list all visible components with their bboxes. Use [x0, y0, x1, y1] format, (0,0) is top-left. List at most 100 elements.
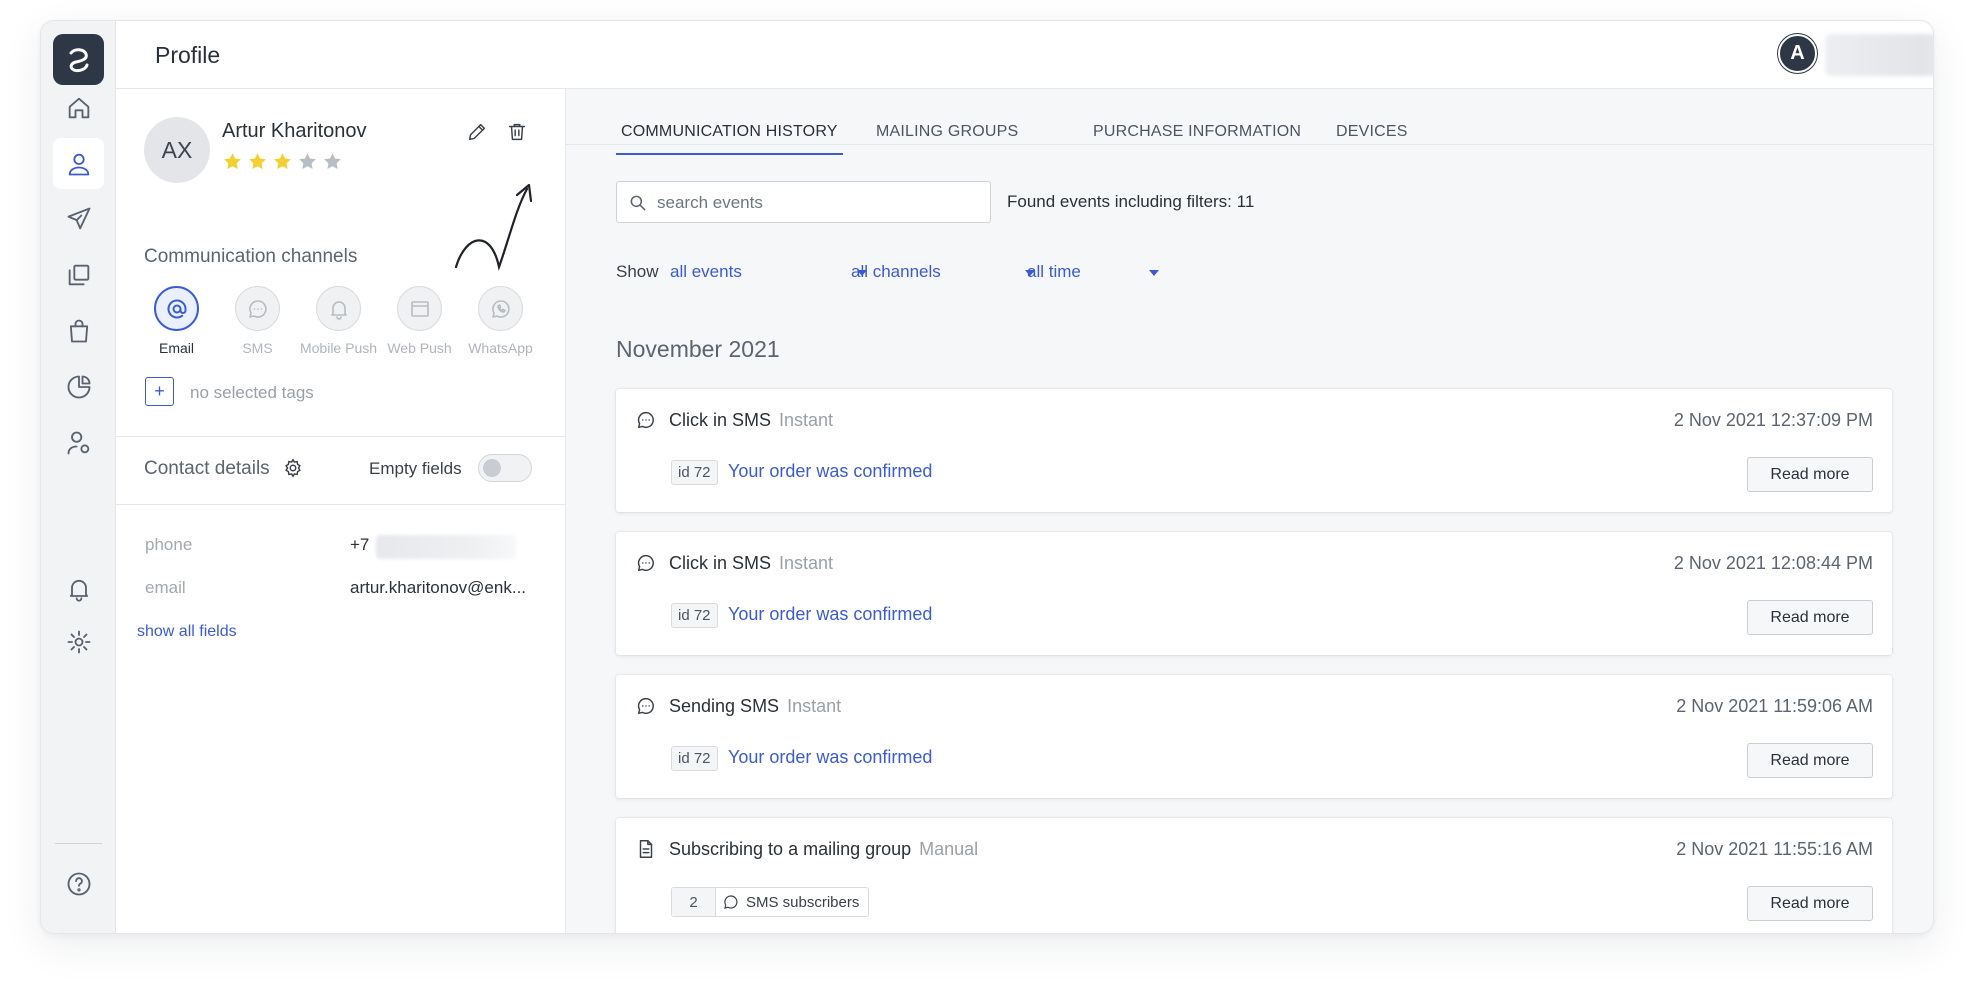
event-card: Subscribing to a mailing group Manual 2 N…: [616, 818, 1892, 933]
channel-label: Web Push: [387, 340, 452, 356]
show-all-fields-link[interactable]: show all fields: [137, 623, 237, 641]
tab-communication-history[interactable]: COMMUNICATION HISTORY: [621, 123, 838, 141]
phone-redacted: [376, 535, 516, 559]
add-tag-button[interactable]: +: [145, 377, 174, 406]
event-name: Subscribing to a mailing group: [669, 839, 912, 859]
toggle-knob: [483, 459, 501, 477]
star-icon[interactable]: [322, 151, 343, 172]
user-avatar[interactable]: A: [1778, 34, 1817, 73]
contact-name: Artur Kharitonov: [222, 120, 367, 142]
events-filter-dropdown[interactable]: all events: [670, 262, 742, 282]
nav-contacts[interactable]: [53, 138, 104, 189]
read-more-button[interactable]: Read more: [1747, 886, 1873, 921]
event-card: Click in SMS Instant 2 Nov 2021 12:08:44 …: [616, 532, 1892, 655]
nav-home[interactable]: [53, 82, 104, 133]
event-name: Click in SMS: [669, 410, 772, 430]
shopping-bag-icon: [69, 319, 88, 342]
user-name-redacted[interactable]: [1825, 34, 1933, 76]
star-icon[interactable]: [297, 151, 318, 172]
event-type: Manual: [919, 839, 979, 859]
tab-bar: COMMUNICATION HISTORY MAILING GROUPS PUR…: [566, 89, 1933, 155]
rating-stars[interactable]: [222, 151, 343, 172]
nav-user-settings[interactable]: [53, 417, 104, 468]
time-filter-dropdown[interactable]: all time: [1027, 262, 1081, 282]
pie-chart-icon: [67, 375, 90, 398]
app-window: Profile A AX Artur Kharitonov Communicat…: [40, 20, 1934, 934]
event-type: Instant: [779, 553, 834, 573]
chat-bubble-icon: [635, 552, 657, 574]
search-input[interactable]: search events: [616, 181, 991, 223]
hand-drawn-arrow-icon: [454, 183, 533, 272]
delete-contact-button[interactable]: [506, 121, 528, 143]
group-name: SMS subscribers: [716, 888, 868, 916]
channel-email[interactable]: Email: [136, 286, 217, 356]
trash-icon: [508, 123, 526, 141]
chat-bubble-icon: [635, 695, 657, 717]
channel-list: Email SMS Mobile Push Web Push WhatsApp: [136, 286, 541, 356]
nav-settings[interactable]: [53, 616, 104, 667]
field-label-email: email: [145, 578, 186, 597]
field-value-phone[interactable]: +7: [350, 535, 369, 555]
nav-templates[interactable]: [53, 249, 104, 300]
nav-campaigns[interactable]: [53, 193, 104, 244]
event-name: Sending SMS: [669, 696, 780, 716]
home-icon: [68, 97, 89, 118]
read-more-button[interactable]: Read more: [1747, 743, 1873, 778]
event-type: Instant: [787, 696, 842, 716]
star-icon[interactable]: [222, 151, 243, 172]
top-bar: Profile A: [116, 21, 1933, 89]
help-icon: [67, 872, 90, 895]
star-icon[interactable]: [272, 151, 293, 172]
star-icon[interactable]: [247, 151, 268, 172]
event-message-link[interactable]: Your order was confirmed: [728, 461, 932, 482]
nav-notifications[interactable]: [53, 563, 104, 614]
search-icon: [630, 195, 646, 211]
read-more-button[interactable]: Read more: [1747, 600, 1873, 635]
channel-web-push[interactable]: Web Push: [379, 286, 460, 356]
channel-sms[interactable]: SMS: [217, 286, 298, 356]
sidebar-rail: [41, 21, 116, 933]
whatsapp-icon: [491, 299, 510, 318]
main-content: COMMUNICATION HISTORY MAILING GROUPS PUR…: [566, 89, 1933, 933]
tab-devices[interactable]: DEVICES: [1336, 123, 1408, 141]
bell-icon: [330, 300, 347, 320]
edit-contact-button[interactable]: [466, 121, 488, 143]
group-name-text: SMS subscribers: [746, 893, 860, 911]
contact-settings-button[interactable]: [282, 457, 304, 479]
nav-orders[interactable]: [53, 305, 104, 356]
app-logo[interactable]: [53, 34, 104, 85]
channel-label: Email: [158, 340, 194, 356]
event-type: Instant: [779, 410, 834, 430]
user-icon: [68, 153, 89, 175]
tab-mailing-groups[interactable]: MAILING GROUPS: [876, 123, 1018, 141]
month-heading: November 2021: [616, 336, 780, 362]
event-id-badge: id 72: [671, 460, 718, 485]
chevron-down-icon[interactable]: [1149, 270, 1159, 276]
search-placeholder: search events: [657, 193, 763, 212]
tags-placeholder: no selected tags: [190, 383, 314, 402]
event-card: Sending SMS Instant 2 Nov 2021 11:59:06 A…: [616, 675, 1892, 798]
read-more-button[interactable]: Read more: [1747, 457, 1873, 492]
copy-icon: [68, 264, 89, 285]
contact-details-title: Contact details: [144, 458, 270, 479]
chat-bubble-icon: [635, 409, 657, 431]
browser-window-icon: [410, 300, 429, 317]
tab-purchase-information[interactable]: PURCHASE INFORMATION: [1093, 123, 1301, 141]
empty-fields-toggle[interactable]: [478, 454, 532, 482]
event-message-link[interactable]: Your order was confirmed: [728, 604, 932, 625]
event-message-link[interactable]: Your order was confirmed: [728, 747, 932, 768]
nav-analytics[interactable]: [53, 361, 104, 412]
send-icon: [67, 207, 90, 229]
nav-help[interactable]: [53, 858, 104, 909]
event-date: 2 Nov 2021 11:59:06 AM: [1676, 696, 1873, 716]
channel-label: SMS: [242, 340, 273, 356]
logo-icon: [69, 47, 88, 72]
channels-filter-dropdown[interactable]: all channels: [851, 262, 941, 282]
mailing-group-chip[interactable]: 2 SMS subscribers: [671, 887, 870, 917]
pencil-icon: [468, 123, 486, 141]
channel-mobile-push[interactable]: Mobile Push: [298, 286, 379, 356]
channel-whatsapp[interactable]: WhatsApp: [460, 286, 541, 356]
field-value-email[interactable]: artur.kharitonov@enk...: [350, 578, 526, 598]
event-date: 2 Nov 2021 12:08:44 PM: [1673, 553, 1873, 573]
page-title: Profile: [155, 42, 221, 68]
